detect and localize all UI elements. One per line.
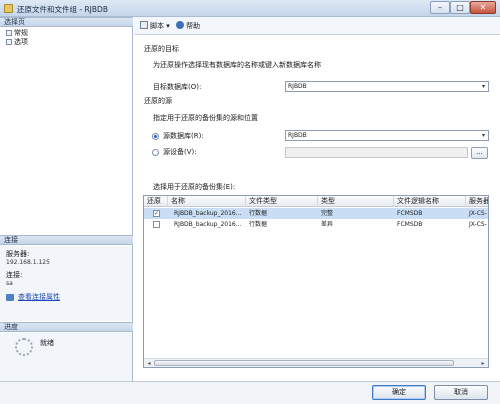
script-button[interactable]: 脚本 ▾ — [140, 21, 170, 31]
source-db-radio[interactable] — [152, 133, 159, 140]
scrollbar-thumb[interactable] — [154, 360, 454, 366]
page-item-options[interactable]: 选项 — [6, 38, 28, 47]
row-name: RJBDB_backup_2016... — [174, 210, 242, 217]
script-label: 脚本 — [150, 22, 164, 30]
ok-button[interactable]: 确定 — [372, 385, 426, 400]
row-logical-name: FCMSDB — [397, 221, 423, 228]
backup-sets-grid[interactable]: 还原 名称 文件类型 类型 文件逻辑名称 服务器 ✓ RJBDB_backup_… — [143, 195, 489, 368]
page-icon — [6, 39, 12, 45]
column-header-restore[interactable]: 还原 — [144, 196, 168, 207]
help-button[interactable]: 帮助 — [176, 21, 200, 31]
window-title: 还原文件和文件组 - RJBDB — [17, 5, 108, 14]
help-label: 帮助 — [186, 22, 200, 30]
help-icon — [176, 21, 184, 29]
dialog-footer: 确定 取消 — [0, 381, 500, 404]
view-connection-properties-link[interactable]: 查看连接属性 — [18, 293, 60, 302]
restore-source-heading: 还原的源 — [144, 97, 172, 105]
script-icon — [140, 21, 148, 29]
scroll-left-icon[interactable]: ◂ — [145, 360, 153, 367]
restore-checkbox[interactable] — [153, 221, 160, 228]
row-name: RJBDB_backup_2016... — [174, 221, 242, 228]
row-type: 差异 — [321, 221, 334, 228]
page-icon — [6, 30, 12, 36]
column-header-logical-name[interactable]: 文件逻辑名称 — [394, 196, 466, 207]
row-type: 完整 — [321, 210, 334, 217]
source-db-value: RJBDB — [288, 132, 307, 139]
connection-header: 连接 — [0, 235, 133, 245]
page-item-label: 选项 — [14, 38, 28, 46]
progress-header: 进度 — [0, 322, 133, 332]
source-description: 指定用于还原的备份集的源和位置 — [153, 114, 258, 122]
server-value: 192.168.1.125 — [6, 259, 50, 266]
table-row[interactable]: ✓ RJBDB_backup_2016... 行数据 完整 FCMSDB JX-… — [144, 208, 488, 219]
row-server: JX-CS- — [469, 221, 487, 228]
target-db-label: 目标数据库(O): — [153, 83, 202, 91]
source-device-radio[interactable] — [152, 149, 159, 156]
left-panel: 选择页 常规 选项 连接 服务器: 192.168.1.125 连接: sa 查… — [0, 17, 133, 381]
horizontal-scrollbar[interactable]: ◂ ▸ — [144, 358, 488, 367]
column-header-file-type[interactable]: 文件类型 — [246, 196, 318, 207]
row-file-type: 行数据 — [249, 210, 268, 217]
grid-header: 还原 名称 文件类型 类型 文件逻辑名称 服务器 — [144, 196, 488, 207]
progress-status: 就绪 — [40, 339, 54, 347]
browse-device-button[interactable]: ... — [471, 147, 488, 159]
table-row[interactable]: RJBDB_backup_2016... 行数据 差异 FCMSDB JX-CS… — [144, 219, 488, 230]
column-header-server[interactable]: 服务器 — [466, 196, 488, 207]
backup-sets-label: 选择用于还原的备份集(E): — [153, 183, 236, 191]
column-header-name[interactable]: 名称 — [168, 196, 246, 207]
toolbar: 脚本 ▾ 帮助 — [134, 17, 500, 35]
pages-header: 选择页 — [0, 17, 133, 27]
chevron-down-icon[interactable]: ▾ — [480, 132, 487, 139]
source-db-label: 源数据库(R): — [163, 132, 204, 140]
restore-target-heading: 还原的目标 — [144, 45, 179, 53]
page-item-general[interactable]: 常规 — [6, 29, 28, 38]
row-server: JX-CS- — [469, 210, 487, 217]
target-description: 为还原操作选择现有数据库的名称或键入新数据库名称 — [153, 61, 321, 69]
connection-section: 服务器: 192.168.1.125 连接: sa 查看连接属性 — [0, 246, 132, 321]
chevron-down-icon[interactable]: ▾ — [166, 22, 170, 30]
progress-spinner-icon — [15, 338, 33, 356]
source-device-label: 源设备(V): — [163, 148, 197, 156]
connection-value: sa — [6, 280, 13, 287]
row-logical-name: FCMSDB — [397, 210, 423, 217]
scroll-right-icon[interactable]: ▸ — [479, 360, 487, 367]
target-db-value: RJBDB — [288, 83, 307, 90]
source-db-combo[interactable]: RJBDB ▾ — [285, 130, 489, 141]
close-button[interactable]: ✕ — [470, 1, 496, 14]
row-file-type: 行数据 — [249, 221, 268, 228]
target-db-combo[interactable]: RJBDB ▾ — [285, 81, 489, 92]
restore-app-icon — [4, 4, 13, 13]
maximize-button[interactable]: □ — [450, 1, 470, 14]
title-bar: 还原文件和文件组 - RJBDB – □ ✕ — [0, 0, 500, 17]
column-header-type[interactable]: 类型 — [318, 196, 394, 207]
page-item-label: 常规 — [14, 29, 28, 37]
restore-checkbox[interactable]: ✓ — [153, 210, 160, 217]
cancel-button[interactable]: 取消 — [434, 385, 488, 400]
source-device-field[interactable] — [285, 147, 468, 158]
connection-properties-icon — [6, 294, 14, 301]
minimize-button[interactable]: – — [430, 1, 450, 14]
chevron-down-icon[interactable]: ▾ — [480, 83, 487, 90]
view-connection-properties-text: 查看连接属性 — [18, 293, 60, 301]
